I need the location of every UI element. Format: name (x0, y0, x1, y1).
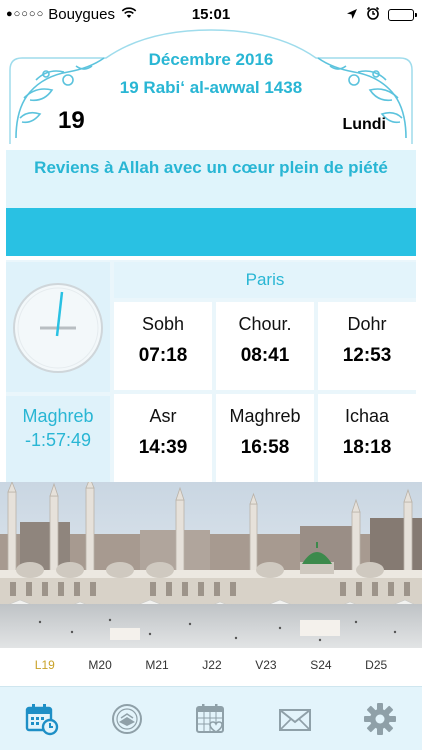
day-tab-d25[interactable]: D25 (365, 658, 387, 672)
next-prayer-countdown: -1:57:49 (24, 430, 92, 450)
day-tab-v23[interactable]: V23 (255, 658, 276, 672)
prayer-time: 18:18 (342, 437, 392, 458)
location-arrow-icon (346, 7, 358, 24)
mail-icon (279, 708, 312, 731)
day-number: 19 (58, 107, 85, 134)
prayer-time: 16:58 (240, 437, 290, 458)
battery-icon (388, 9, 417, 21)
next-prayer-cell: Maghreb -1:57:49 (6, 396, 110, 482)
date-header: Décembre 2016 19 Rabiʻ al-awwal 1438 19 … (6, 28, 416, 146)
tab-quran[interactable] (107, 699, 147, 739)
prayer-name: Chour. (238, 314, 292, 334)
prayer-name: Maghreb (229, 406, 301, 426)
prayer-time: 08:41 (240, 345, 290, 366)
prayer-name: Ichaa (344, 406, 390, 426)
day-tab-m20[interactable]: M20 (88, 658, 111, 672)
prayer-times-grid: Maghreb -1:57:49 Paris Sobh 07:18 Chour.… (6, 260, 416, 482)
analog-clock-icon (13, 283, 103, 373)
tab-settings[interactable] (360, 699, 400, 739)
prayer-cell-sobh: Sobh 07:18 (114, 302, 212, 390)
next-prayer-name: Maghreb (22, 406, 94, 426)
prayer-name: Dohr (347, 314, 387, 334)
daily-verse: Reviens à Allah avec un cœur plein de pi… (6, 150, 416, 208)
alarm-icon (366, 6, 380, 24)
prayer-time: 12:53 (342, 345, 392, 366)
tab-events[interactable] (191, 699, 231, 739)
tab-bar (0, 686, 422, 750)
quran-icon (111, 703, 142, 734)
mosque-photo (0, 482, 422, 648)
calendar-clock-icon (25, 703, 59, 735)
prayer-name: Sobh (141, 314, 185, 334)
tab-messages[interactable] (275, 699, 315, 739)
day-name: Lundi (342, 116, 386, 133)
prayer-cell-chourouk: Chour. 08:41 (216, 302, 314, 390)
prayer-cell-dohr: Dohr 12:53 (318, 302, 416, 390)
calendar-heart-icon (195, 703, 224, 733)
prayer-time: 07:18 (138, 345, 188, 366)
prayer-cell-ichaa: Ichaa 18:18 (318, 394, 416, 482)
city-name[interactable]: Paris (114, 262, 416, 298)
day-tab-m21[interactable]: M21 (145, 658, 168, 672)
prayer-cell-asr: Asr 14:39 (114, 394, 212, 482)
gear-icon (363, 702, 396, 735)
day-tab-l19[interactable]: L19 (35, 658, 55, 672)
clock-cell (6, 262, 110, 392)
status-bar: ●○○○○ Bouygues 15:01 (0, 0, 422, 28)
day-tab-s24[interactable]: S24 (310, 658, 331, 672)
accent-bar (6, 208, 416, 256)
prayer-name: Asr (149, 406, 177, 426)
week-days: L19 M20 M21 J22 V23 S24 D25 (0, 652, 422, 678)
mosque-illustration (0, 482, 422, 648)
prayer-cell-maghreb: Maghreb 16:58 (216, 394, 314, 482)
day-tab-j22[interactable]: J22 (202, 658, 221, 672)
tab-calendar[interactable] (22, 699, 62, 739)
gregorian-date: Décembre 2016 (148, 50, 274, 69)
hijri-date: 19 Rabiʻ al-awwal 1438 (119, 78, 303, 97)
prayer-time: 14:39 (138, 437, 188, 458)
